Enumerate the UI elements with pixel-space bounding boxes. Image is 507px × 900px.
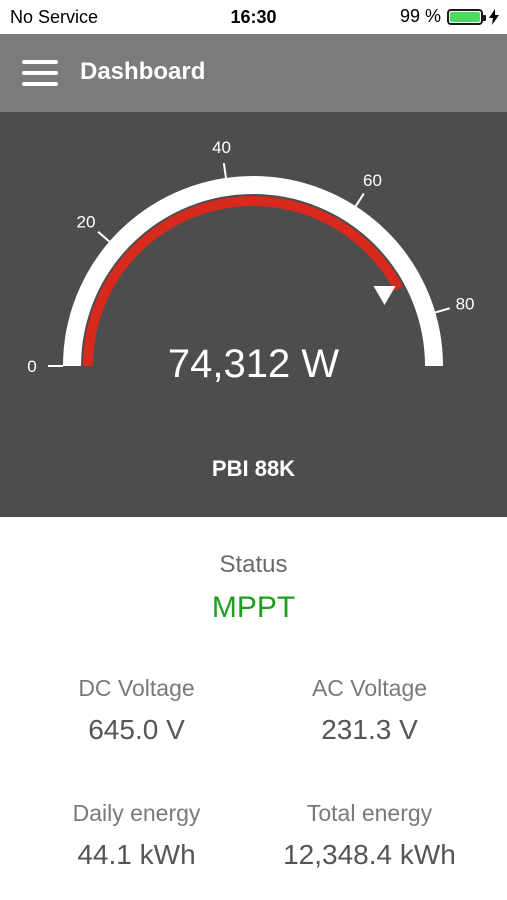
total-energy-value: 12,348.4 kWh [283, 839, 456, 870]
gauge-tick-mark [97, 230, 111, 243]
power-value: 74,312 W [167, 342, 340, 386]
page-title: Dashboard [80, 58, 206, 85]
bolt-icon [489, 8, 499, 25]
total-energy-cell: Total energy 12,348.4 kWh [243, 800, 496, 871]
battery-percent: 99 % [399, 6, 441, 26]
total-energy-label: Total energy [306, 800, 433, 826]
gauge-tick-mark [222, 162, 227, 179]
app-bar: Dashboard [0, 34, 507, 112]
ac-voltage-cell: AC Voltage 231.3 V [243, 675, 496, 746]
ac-voltage-value: 231.3 V [321, 714, 418, 745]
gauge-tick-mark [354, 193, 365, 207]
device-info: Status MPPT DC Voltage 645.0 V AC Voltag… [0, 517, 507, 900]
ac-voltage-label: AC Voltage [311, 675, 428, 701]
status-bar: No Service 16:30 99 % [0, 0, 507, 34]
dc-voltage-value: 645.0 V [88, 714, 185, 745]
gauge-tick-label: 40 [212, 138, 231, 157]
gauge-tick-label: 80 [456, 295, 475, 314]
battery-level-fill [450, 11, 480, 22]
daily-energy-label: Daily energy [72, 800, 201, 826]
dc-voltage-cell: DC Voltage 645.0 V [10, 675, 263, 746]
power-gauge-panel: 0 20 40 60 80 74,312 W PBI 88K [0, 112, 507, 517]
gauge-tick-label: 60 [363, 171, 382, 190]
daily-energy-value: 44.1 kWh [77, 839, 196, 870]
gauge-tick-label: 20 [77, 212, 96, 231]
status-label: Status [219, 551, 288, 578]
gauge-track [63, 176, 443, 367]
battery-icon [447, 8, 486, 25]
battery-tip [483, 14, 486, 21]
daily-energy-cell: Daily energy 44.1 kWh [10, 800, 263, 871]
gauge-tick-mark [435, 307, 450, 314]
dc-voltage-label: DC Voltage [78, 675, 195, 701]
device-name: PBI 88K [211, 456, 296, 481]
hamburger-menu-icon[interactable] [22, 60, 58, 86]
gauge-marker [373, 285, 396, 305]
battery-status: 99 % [400, 6, 499, 27]
status-value: MPPT [211, 591, 296, 624]
